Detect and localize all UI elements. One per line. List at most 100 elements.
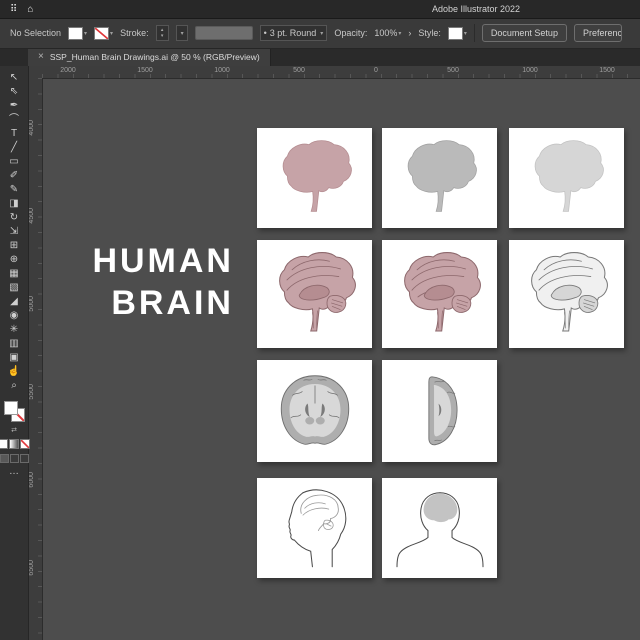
brain-coronal-half[interactable] (414, 367, 466, 455)
artboard-sagittal-gray[interactable] (509, 240, 624, 348)
preferences-button[interactable]: Preferences (574, 24, 622, 42)
ruler-label: 4500 (28, 208, 39, 224)
stepper-down-icon[interactable]: ▾ (157, 33, 168, 39)
draw-normal-button[interactable] (0, 454, 9, 463)
artboard-head-shoulders[interactable] (382, 478, 497, 578)
document-setup-button[interactable]: Document Setup (482, 24, 567, 42)
pen-tool[interactable]: ✒ (2, 99, 26, 113)
brain-coronal-full[interactable] (270, 367, 360, 455)
style-label: Style: (418, 28, 441, 38)
selection-tool[interactable]: ↖ (2, 71, 26, 85)
brain-silhouette-pink[interactable] (269, 137, 361, 219)
column-graph-tool[interactable]: ▥ (2, 337, 26, 351)
fill-swatch[interactable] (68, 27, 83, 40)
ruler-label: 1500 (599, 67, 615, 74)
stroke-weight-stepper[interactable]: ▴ ▾ (156, 25, 169, 41)
paintbrush-tool[interactable]: ✐ (2, 169, 26, 183)
opacity-dropdown[interactable]: 100% ▾ (374, 28, 401, 38)
artboard-sagittal-pink-2[interactable] (382, 240, 497, 348)
ruler-label: 1500 (137, 67, 153, 74)
fill-stroke-indicator[interactable] (4, 401, 25, 422)
toolbar-bottom-controls: ⇄ … (0, 401, 30, 476)
color-mode-button[interactable] (0, 439, 8, 449)
selection-status-label: No Selection (10, 28, 61, 38)
opacity-panel-chevron[interactable]: › (408, 28, 411, 38)
head-shoulders-with-brain[interactable] (388, 485, 492, 571)
divider (474, 24, 475, 42)
symbol-sprayer-tool[interactable]: ✳ (2, 323, 26, 337)
draw-inside-button[interactable] (20, 454, 29, 463)
artboard-sagittal-pink-1[interactable] (257, 240, 372, 348)
artboard-silhouette-light[interactable] (509, 128, 624, 228)
opacity-label: Opacity: (334, 28, 367, 38)
chevron-down-icon: ▾ (398, 30, 401, 37)
document-tab[interactable]: × SSP_Human Brain Drawings.ai @ 50 % (RG… (28, 48, 271, 66)
stroke-label: Stroke: (120, 28, 149, 38)
horizontal-ruler[interactable]: 2000 1500 1000 500 0 500 1000 1500 (42, 66, 640, 79)
free-transform-tool[interactable]: ⊞ (2, 239, 26, 253)
ruler-ticks (42, 74, 640, 78)
apps-grid-icon[interactable]: ⠿ (10, 4, 17, 15)
gradient-mode-button[interactable] (9, 439, 19, 449)
curvature-tool[interactable]: ⌒ (2, 113, 26, 127)
pencil-tool[interactable]: ✎ (2, 183, 26, 197)
ruler-label: 500 (293, 67, 305, 74)
heading-line-2[interactable]: BRAIN (62, 282, 234, 324)
eraser-tool[interactable]: ◨ (2, 197, 26, 211)
gradient-tool[interactable]: ▧ (2, 281, 26, 295)
rotate-tool[interactable]: ↻ (2, 211, 26, 225)
ruler-label: 1000 (522, 67, 538, 74)
eyedropper-tool[interactable]: ◢ (2, 295, 26, 309)
stroke-none-swatch[interactable] (94, 27, 109, 40)
close-icon[interactable]: × (38, 52, 44, 62)
line-segment-tool[interactable]: ╱ (2, 141, 26, 155)
type-tool[interactable]: T (2, 127, 26, 141)
color-mode-buttons (0, 439, 30, 449)
artboard-head-profile[interactable] (257, 478, 372, 578)
artboard-tool[interactable]: ▣ (2, 351, 26, 365)
vertical-ruler[interactable]: 4000 4500 5000 5500 6000 6500 7000 (28, 78, 43, 640)
mesh-tool[interactable]: ▦ (2, 267, 26, 281)
fill-color-control[interactable]: ▾ (68, 27, 87, 40)
artwork-heading[interactable]: HUMAN BRAIN (62, 240, 234, 324)
stroke-weight-dropdown[interactable]: ▾ (176, 25, 188, 41)
stroke-color-control[interactable]: ▾ (94, 27, 113, 40)
brain-sagittal-pink-1[interactable] (264, 248, 366, 340)
artboard-silhouette-gray[interactable] (382, 128, 497, 228)
ruler-label: 1000 (214, 67, 230, 74)
scale-tool[interactable]: ⇲ (2, 225, 26, 239)
brain-sagittal-pink-2[interactable] (389, 248, 491, 340)
rectangle-tool[interactable]: ▭ (2, 155, 26, 169)
artboard-coronal-full[interactable] (257, 360, 372, 462)
control-bar: No Selection ▾ ▾ Stroke: ▴ ▾ ▾ • 3 pt. R… (0, 18, 640, 49)
hand-tool[interactable]: ☝ (2, 365, 26, 379)
artboard-coronal-half[interactable] (382, 360, 497, 462)
brain-silhouette-gray[interactable] (394, 137, 486, 219)
window-title: Adobe Illustrator 2022 (432, 4, 520, 14)
draw-behind-button[interactable] (10, 454, 19, 463)
artboard-silhouette-pink[interactable] (257, 128, 372, 228)
ruler-label: 0 (374, 67, 378, 74)
zoom-tool[interactable]: ⌕ (2, 379, 26, 393)
style-swatch[interactable] (448, 27, 463, 40)
draw-mode-buttons (0, 454, 29, 463)
heading-line-1[interactable]: HUMAN (62, 240, 234, 282)
ruler-label: 2000 (60, 67, 76, 74)
brain-silhouette-light[interactable] (521, 137, 613, 219)
brush-dot-icon: • (264, 28, 267, 38)
brain-sagittal-gray[interactable] (516, 248, 618, 340)
head-profile-with-brain[interactable] (263, 485, 367, 571)
graphic-style-dropdown[interactable]: ▾ (448, 27, 467, 40)
direct-selection-tool[interactable]: ⇖ (2, 85, 26, 99)
swap-fill-stroke-icon[interactable]: ⇄ (11, 427, 17, 434)
chevron-down-icon: ▾ (464, 30, 467, 37)
brush-definition-dropdown[interactable]: • 3 pt. Round ▾ (260, 25, 328, 41)
none-mode-button[interactable] (20, 439, 30, 449)
canvas[interactable]: HUMAN BRAIN (42, 78, 640, 640)
fill-color-proxy[interactable] (4, 401, 18, 415)
shape-builder-tool[interactable]: ⊕ (2, 253, 26, 267)
edit-toolbar-ellipsis[interactable]: … (9, 468, 19, 476)
blend-tool[interactable]: ◉ (2, 309, 26, 323)
variable-width-profile-preview[interactable] (195, 26, 253, 40)
home-icon[interactable]: ⌂ (27, 4, 33, 15)
